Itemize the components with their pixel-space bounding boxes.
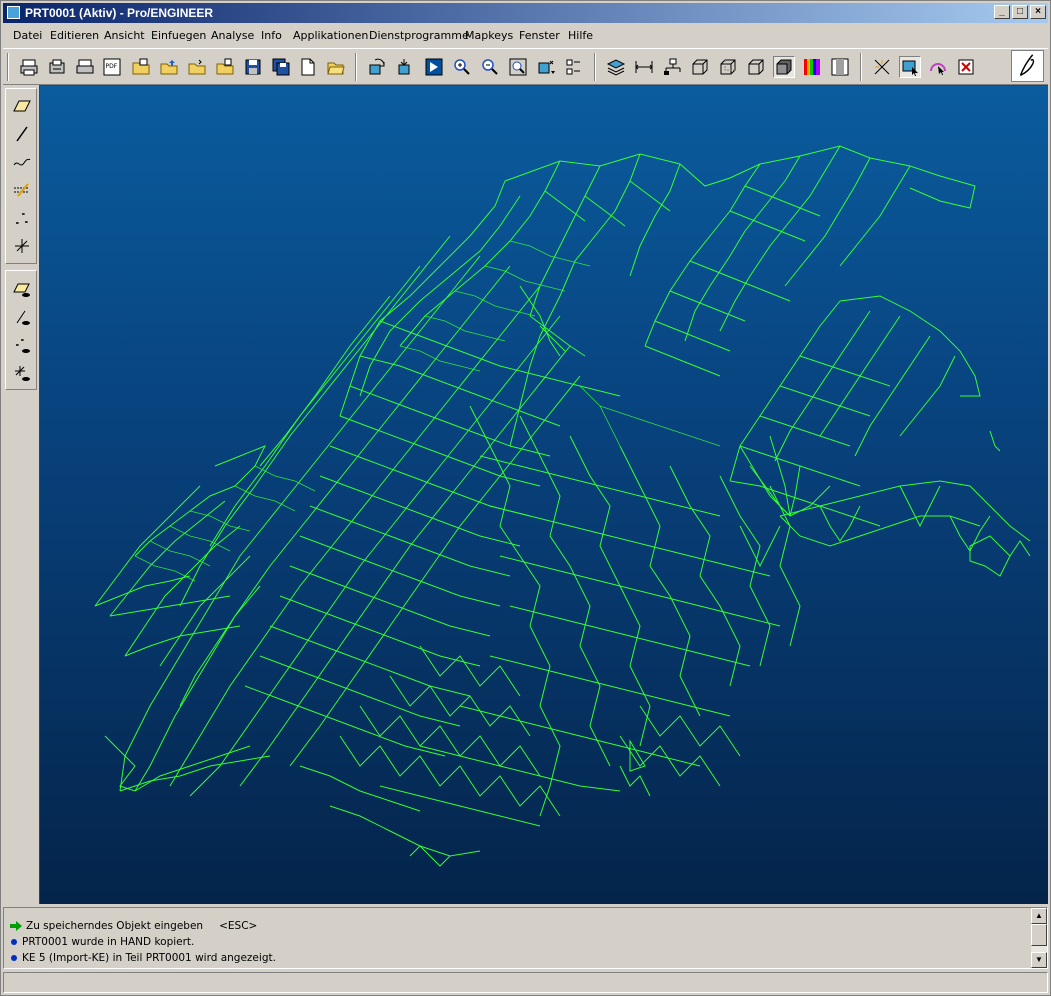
minimize-button[interactable]: _ — [994, 5, 1010, 19]
folder-new-icon[interactable] — [186, 56, 208, 78]
menu-mapkeys[interactable]: Mapkeys — [465, 29, 513, 42]
message-scrollbar[interactable]: ▲ ▼ — [1031, 908, 1047, 968]
menu-editieren[interactable]: Editieren — [50, 29, 99, 42]
title-bar: PRT0001 (Aktiv) - Pro/ENGINEER _ □ × — [3, 3, 1048, 23]
close-button[interactable]: × — [1030, 5, 1046, 19]
regenerate-icon[interactable] — [366, 56, 388, 78]
print-quick-icon[interactable] — [74, 56, 96, 78]
sketch-tool-icon[interactable] — [871, 56, 893, 78]
hidden-line-icon[interactable] — [717, 56, 739, 78]
scroll-thumb[interactable] — [1031, 924, 1047, 946]
menu-datei[interactable]: Datei — [13, 29, 42, 42]
app-icon — [7, 6, 20, 19]
print-icon[interactable] — [18, 56, 40, 78]
menu-applikationen[interactable]: Applikationen — [293, 29, 368, 42]
saved-views-icon[interactable] — [535, 56, 557, 78]
axis-display-icon[interactable] — [11, 307, 33, 329]
message-line: KE 5 (Import-KE) in Teil PRT0001 wird an… — [10, 952, 276, 964]
new-file-icon[interactable] — [297, 56, 319, 78]
folder-working-icon[interactable] — [214, 56, 236, 78]
menu-einfuegen[interactable]: Einfuegen — [151, 29, 206, 42]
wireframe-mesh — [94, 145, 1031, 867]
message-text: Zu speicherndes Objekt eingeben — [26, 920, 204, 932]
shading-icon[interactable] — [773, 56, 795, 78]
layers-icon[interactable] — [605, 56, 627, 78]
save-icon[interactable] — [242, 56, 264, 78]
open-folder-icon[interactable] — [130, 56, 152, 78]
datum-toolbar — [5, 88, 38, 390]
info-dot-icon — [11, 939, 17, 945]
datum-curve-icon[interactable] — [11, 151, 33, 173]
appearance-colors-icon[interactable] — [801, 56, 823, 78]
menu-ansicht[interactable]: Ansicht — [104, 29, 145, 42]
message-line: PRT0001 wurde in HAND kopiert. — [10, 936, 194, 948]
message-area: Zu speicherndes Objekt eingeben <ESC> PR… — [3, 907, 1048, 969]
status-bar — [3, 972, 1048, 993]
orient-icon[interactable] — [423, 56, 445, 78]
app-window: PRT0001 (Aktiv) - Pro/ENGINEER _ □ × Dat… — [0, 0, 1051, 996]
wireframe-icon[interactable] — [689, 56, 711, 78]
menu-fenster[interactable]: Fenster — [519, 29, 560, 42]
menu-hilfe[interactable]: Hilfe — [568, 29, 593, 42]
info-dot-icon — [11, 955, 17, 961]
regenerate-manager-icon[interactable] — [394, 56, 416, 78]
pro-engineer-logo — [1011, 50, 1044, 82]
maximize-button[interactable]: □ — [1012, 5, 1028, 19]
csys-display-icon[interactable] — [11, 363, 33, 385]
scroll-up-icon[interactable]: ▲ — [1031, 908, 1047, 924]
window-title: PRT0001 (Aktiv) - Pro/ENGINEER — [25, 6, 214, 20]
main-toolbar: PDF — [3, 48, 1048, 85]
save-copy-icon[interactable] — [270, 56, 292, 78]
menu-analyse[interactable]: Analyse — [211, 29, 254, 42]
open-file-icon[interactable] — [325, 56, 347, 78]
point-display-icon[interactable] — [11, 335, 33, 357]
scroll-down-icon[interactable]: ▼ — [1031, 952, 1047, 968]
menu-dienstprogramme[interactable]: Dienstprogramme — [369, 29, 469, 42]
graphics-viewport[interactable] — [39, 85, 1048, 904]
no-hidden-icon[interactable] — [745, 56, 767, 78]
datum-point-icon[interactable] — [11, 207, 33, 229]
spin-center-icon[interactable] — [927, 56, 949, 78]
datum-axis-icon[interactable] — [11, 123, 33, 145]
menu-bar: Datei Editieren Ansicht Einfuegen Analys… — [3, 26, 1048, 46]
message-suffix: <ESC> — [219, 920, 258, 932]
select-mode-icon[interactable] — [899, 56, 921, 78]
zoom-out-icon[interactable] — [479, 56, 501, 78]
model-display-icon[interactable] — [829, 56, 851, 78]
message-line: Zu speicherndes Objekt eingeben <ESC> — [10, 920, 257, 932]
fax-icon[interactable] — [46, 56, 68, 78]
coordinate-system-icon[interactable] — [11, 235, 33, 257]
view-manager-icon[interactable] — [563, 56, 585, 78]
datum-display-icon[interactable] — [633, 56, 655, 78]
cancel-selection-icon[interactable] — [955, 56, 977, 78]
sketch-curve-icon[interactable] — [11, 179, 33, 201]
folder-up-icon[interactable] — [158, 56, 180, 78]
model-tree-icon[interactable] — [661, 56, 683, 78]
svg-text:PDF: PDF — [106, 63, 118, 70]
pdf-export-icon[interactable]: PDF — [101, 56, 123, 78]
zoom-in-icon[interactable] — [451, 56, 473, 78]
datum-plane-icon[interactable] — [11, 95, 33, 117]
arrow-prompt-icon — [10, 921, 22, 931]
menu-info[interactable]: Info — [261, 29, 282, 42]
plane-display-icon[interactable] — [11, 279, 33, 301]
message-text: KE 5 (Import-KE) in Teil PRT0001 wird an… — [22, 952, 276, 964]
message-text: PRT0001 wurde in HAND kopiert. — [22, 936, 195, 948]
zoom-fit-icon[interactable] — [507, 56, 529, 78]
